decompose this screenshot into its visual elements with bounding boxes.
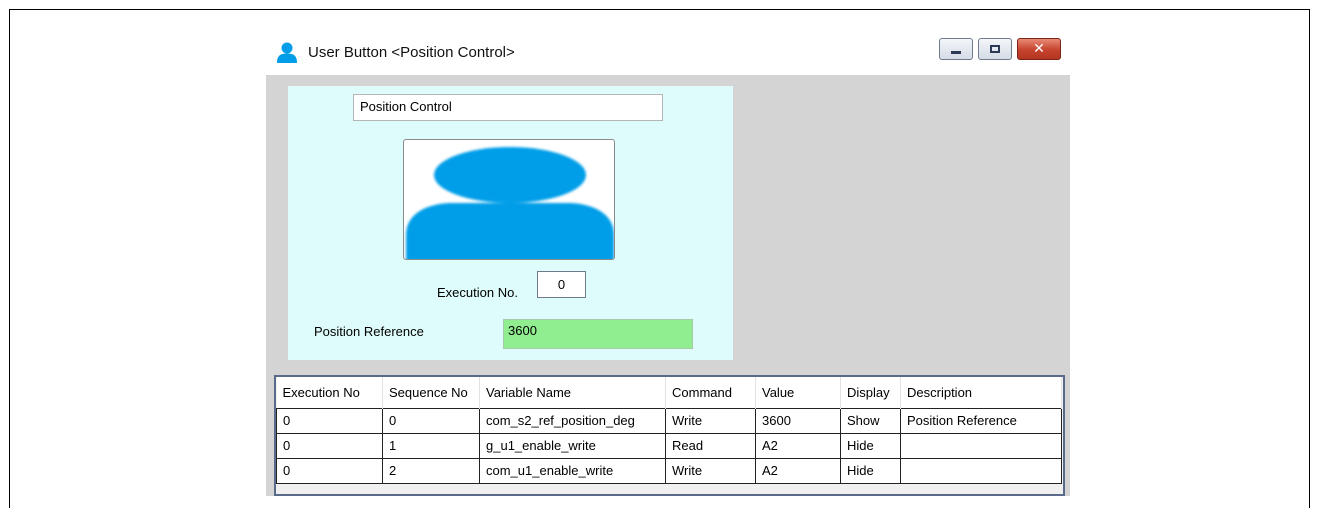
cell-command[interactable]: Write [665, 407, 756, 434]
cell-display[interactable]: Hide [840, 458, 901, 484]
cell-description[interactable] [900, 433, 1062, 459]
cell-sequence-no[interactable]: 0 [382, 407, 480, 434]
table-row[interactable]: 0 2 com_u1_enable_write Write A2 Hide [276, 458, 1062, 484]
close-icon: ✕ [1033, 41, 1045, 57]
column-header-command[interactable]: Command [665, 377, 756, 408]
position-reference-field[interactable]: 3600 [503, 319, 693, 349]
column-header-value[interactable]: Value [755, 377, 841, 408]
command-table-body: Execution No Sequence No Variable Name C… [276, 377, 1062, 484]
cell-value[interactable]: A2 [755, 458, 841, 484]
table-row[interactable]: 0 1 g_u1_enable_write Read A2 Hide [276, 433, 1062, 459]
cell-execution-no[interactable]: 0 [276, 433, 383, 459]
cell-command[interactable]: Read [665, 433, 756, 459]
user-icon [277, 42, 297, 63]
execution-no-label: Execution No. [437, 285, 518, 300]
cell-sequence-no[interactable]: 1 [382, 433, 480, 459]
position-reference-label: Position Reference [314, 324, 424, 339]
cell-command[interactable]: Write [665, 458, 756, 484]
window-controls: ✕ [939, 38, 1061, 60]
minimize-icon [951, 50, 961, 54]
cell-execution-no[interactable]: 0 [276, 407, 383, 434]
column-header-description[interactable]: Description [900, 377, 1062, 408]
user-avatar-icon [406, 147, 614, 259]
column-header-sequence-no[interactable]: Sequence No [382, 377, 480, 408]
button-name-field[interactable]: Position Control [353, 94, 663, 121]
maximize-button[interactable] [978, 38, 1012, 60]
cell-description[interactable] [900, 458, 1062, 484]
cell-variable-name[interactable]: g_u1_enable_write [479, 433, 666, 459]
column-header-display[interactable]: Display [840, 377, 901, 408]
cell-variable-name[interactable]: com_s2_ref_position_deg [479, 407, 666, 434]
table-row[interactable]: 0 0 com_s2_ref_position_deg Write 3600 S… [276, 407, 1062, 434]
window-title: User Button <Position Control> [308, 44, 515, 61]
avatar-image-button[interactable] [403, 139, 615, 260]
maximize-icon [990, 45, 1000, 53]
cell-value[interactable]: 3600 [755, 407, 841, 434]
cell-execution-no[interactable]: 0 [276, 458, 383, 484]
column-header-variable-name[interactable]: Variable Name [479, 377, 666, 408]
column-header-execution-no[interactable]: Execution No [276, 377, 383, 408]
minimize-button[interactable] [939, 38, 973, 60]
cell-description[interactable]: Position Reference [900, 407, 1062, 434]
cell-value[interactable]: A2 [755, 433, 841, 459]
cell-display[interactable]: Show [840, 407, 901, 434]
title-bar[interactable]: User Button <Position Control> ✕ [266, 29, 1070, 75]
cell-variable-name[interactable]: com_u1_enable_write [479, 458, 666, 484]
close-button[interactable]: ✕ [1017, 38, 1061, 60]
table-header-row: Execution No Sequence No Variable Name C… [276, 377, 1062, 408]
execution-no-input[interactable]: 0 [537, 271, 586, 298]
cell-sequence-no[interactable]: 2 [382, 458, 480, 484]
cell-display[interactable]: Hide [840, 433, 901, 459]
command-table: Execution No Sequence No Variable Name C… [274, 375, 1065, 496]
